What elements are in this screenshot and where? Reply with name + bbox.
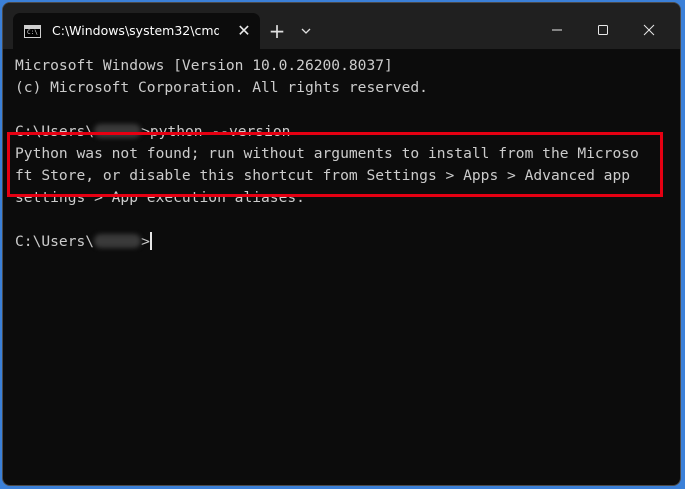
chevron-down-icon[interactable] — [298, 23, 314, 39]
prompt-prefix-2: C:\Users\ — [15, 233, 95, 250]
command-line: C:\Users\ >python --version — [15, 121, 672, 143]
minimize-icon — [552, 29, 562, 31]
error-line-1: Python was not found; run without argume… — [15, 145, 639, 162]
tab-title: C:\Windows\system32\cmd.e — [52, 23, 219, 38]
close-window-icon — [643, 24, 655, 36]
prompt-prefix: C:\Users\ — [15, 123, 95, 140]
prompt-line: C:\Users\ > — [15, 231, 672, 253]
close-window-button[interactable] — [626, 15, 672, 45]
minimize-button[interactable] — [534, 15, 580, 45]
plus-icon[interactable]: + — [267, 21, 287, 41]
terminal-window: C:\ C:\Windows\system32\cmd.e ✕ + Micros… — [2, 2, 681, 486]
cmd-icon-text: C:\ — [27, 29, 38, 36]
title-bar[interactable]: C:\ C:\Windows\system32\cmd.e ✕ + — [3, 3, 680, 49]
copyright-line: (c) Microsoft Corporation. All rights re… — [15, 79, 428, 96]
error-line-2: ft Store, or disable this shortcut from … — [15, 167, 631, 184]
text-cursor — [149, 232, 152, 250]
redacted-username — [94, 124, 142, 138]
maximize-icon — [598, 25, 608, 35]
maximize-button[interactable] — [580, 15, 626, 45]
tab-cmd[interactable]: C:\ C:\Windows\system32\cmd.e ✕ — [13, 13, 260, 49]
redacted-username-2 — [94, 234, 142, 248]
cmd-icon: C:\ — [24, 25, 41, 38]
close-icon[interactable]: ✕ — [234, 21, 254, 41]
prompt-suffix: > — [141, 233, 150, 250]
terminal-output[interactable]: Microsoft Windows [Version 10.0.26200.80… — [15, 55, 672, 477]
error-line-3: settings > App execution aliases. — [15, 189, 305, 206]
version-line: Microsoft Windows [Version 10.0.26200.80… — [15, 57, 393, 74]
command-text: >python --version — [141, 123, 291, 140]
